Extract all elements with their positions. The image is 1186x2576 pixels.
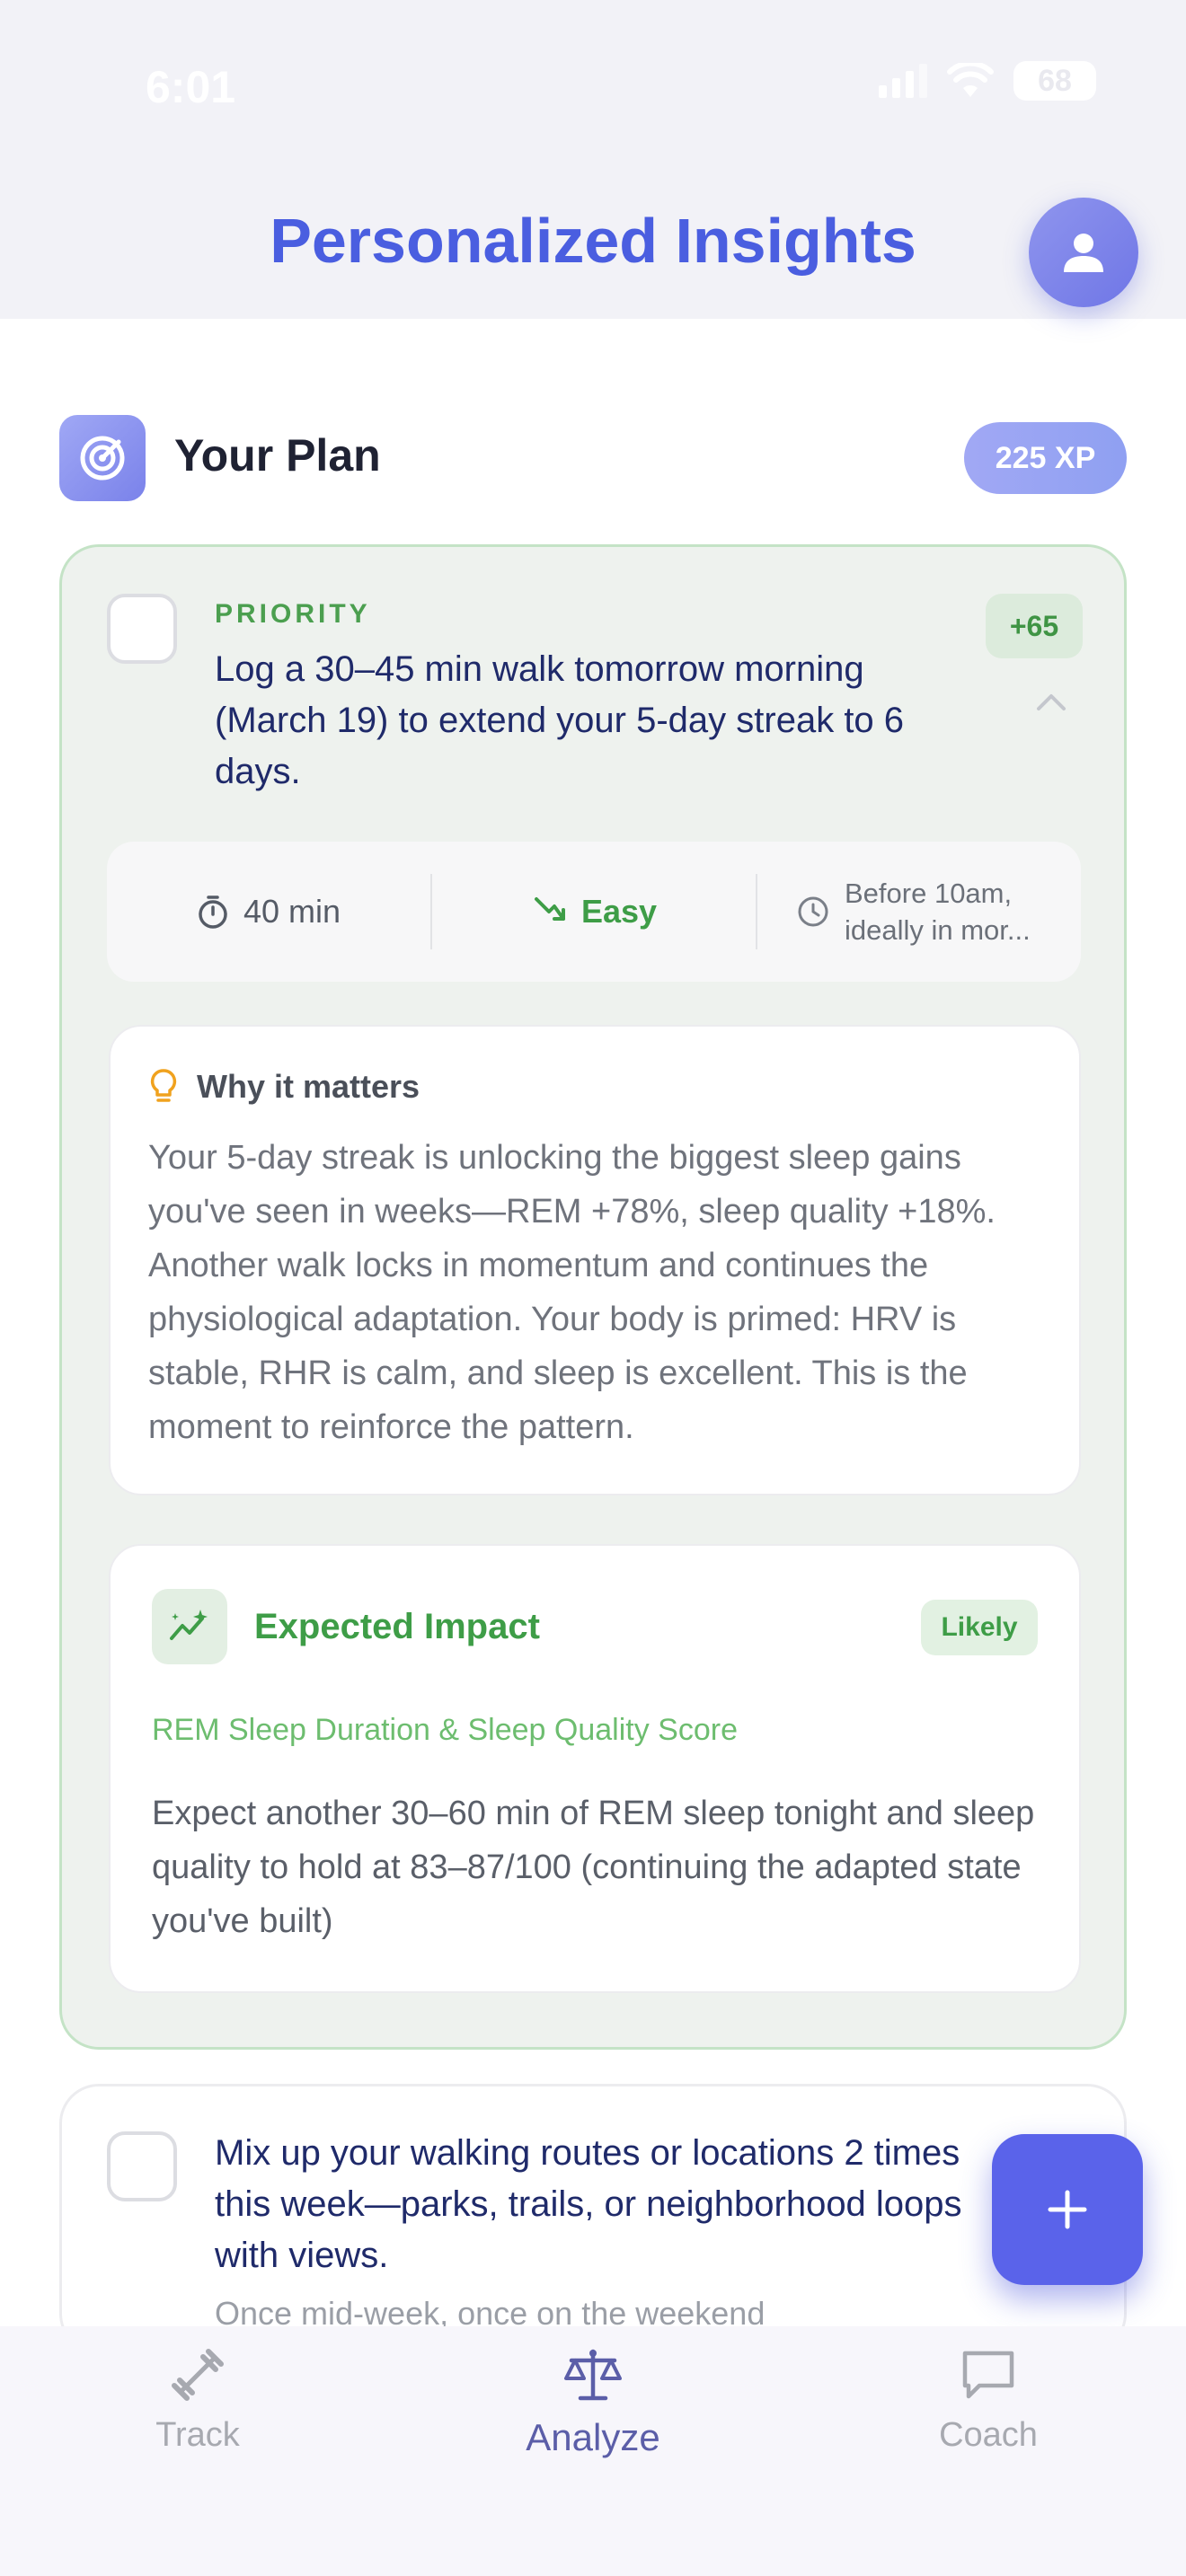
trending-icon bbox=[534, 897, 565, 921]
duration-value: 40 min bbox=[243, 893, 341, 930]
why-title: Why it matters bbox=[197, 1068, 420, 1105]
lightbulb-icon bbox=[150, 1069, 177, 1102]
chat-bubble-icon bbox=[962, 2351, 1014, 2399]
timing-stat: Before 10am, ideally in mor... bbox=[756, 874, 1081, 949]
points-badge: +65 bbox=[986, 594, 1083, 658]
task-stats-row: 40 min Easy Before 10am, ideally in mor.… bbox=[107, 842, 1081, 982]
status-icons: 68 bbox=[879, 61, 1096, 101]
impact-body: Expect another 30–60 min of REM sleep to… bbox=[152, 1795, 1035, 1940]
scale-icon bbox=[564, 2349, 622, 2401]
plus-icon bbox=[1048, 2190, 1087, 2229]
cellular-signal-icon bbox=[879, 64, 927, 98]
why-body: Your 5-day streak is unlocking the bigge… bbox=[148, 1139, 996, 1446]
battery-icon: 68 bbox=[1013, 61, 1096, 101]
xp-badge: 225 XP bbox=[964, 422, 1127, 494]
chevron-up-icon[interactable] bbox=[1035, 691, 1067, 712]
sparkle-chart-icon bbox=[152, 1589, 227, 1664]
profile-avatar-button[interactable] bbox=[1029, 198, 1138, 307]
priority-task-card[interactable]: PRIORITY +65 Log a 30–45 min walk tomorr… bbox=[59, 544, 1127, 2050]
person-icon bbox=[1064, 234, 1103, 272]
dumbbell-icon bbox=[172, 2349, 224, 2401]
tab-bar: Track Analyze Coach bbox=[0, 2326, 1186, 2576]
tab-label: Analyze bbox=[526, 2416, 660, 2458]
status-time: 6:01 bbox=[146, 62, 236, 112]
why-header: Why it matters bbox=[150, 1068, 420, 1106]
clock-icon bbox=[798, 896, 828, 927]
header: 6:01 68 Personalized Insights bbox=[0, 0, 1186, 319]
likelihood-badge: Likely bbox=[921, 1600, 1038, 1655]
difficulty-stat: Easy bbox=[430, 874, 756, 949]
duration-stat: 40 min bbox=[107, 874, 430, 949]
wifi-icon bbox=[947, 63, 994, 97]
impact-metric: REM Sleep Duration & Sleep Quality Score bbox=[152, 1713, 738, 1747]
tab-analyze[interactable]: Analyze bbox=[458, 2346, 728, 2459]
tab-track[interactable]: Track bbox=[63, 2346, 332, 2455]
why-it-matters-box: Why it matters Your 5-day streak is unlo… bbox=[109, 1025, 1081, 1495]
expected-impact-box: Expected Impact Likely REM Sleep Duratio… bbox=[109, 1544, 1081, 1993]
tab-coach[interactable]: Coach bbox=[854, 2346, 1123, 2455]
task-checkbox[interactable] bbox=[107, 594, 177, 664]
timing-value: Before 10am, ideally in mor... bbox=[845, 878, 1031, 946]
task-card[interactable]: Mix up your walking routes or locations … bbox=[59, 2084, 1127, 2353]
task-text: Mix up your walking routes or locations … bbox=[215, 2133, 962, 2275]
task-text: Log a 30–45 min walk tomorrow morning (M… bbox=[215, 649, 905, 791]
stopwatch-icon bbox=[199, 895, 227, 929]
plan-title: Your Plan bbox=[174, 430, 381, 481]
plan-target-icon bbox=[59, 415, 146, 501]
tab-label: Coach bbox=[939, 2416, 1038, 2454]
page-title: Personalized Insights bbox=[270, 206, 916, 276]
impact-title: Expected Impact bbox=[254, 1607, 540, 1646]
difficulty-value: Easy bbox=[580, 893, 658, 930]
task-checkbox[interactable] bbox=[107, 2131, 177, 2201]
add-task-button[interactable] bbox=[992, 2134, 1143, 2285]
tab-label: Track bbox=[155, 2416, 240, 2454]
priority-label: PRIORITY bbox=[215, 599, 371, 629]
